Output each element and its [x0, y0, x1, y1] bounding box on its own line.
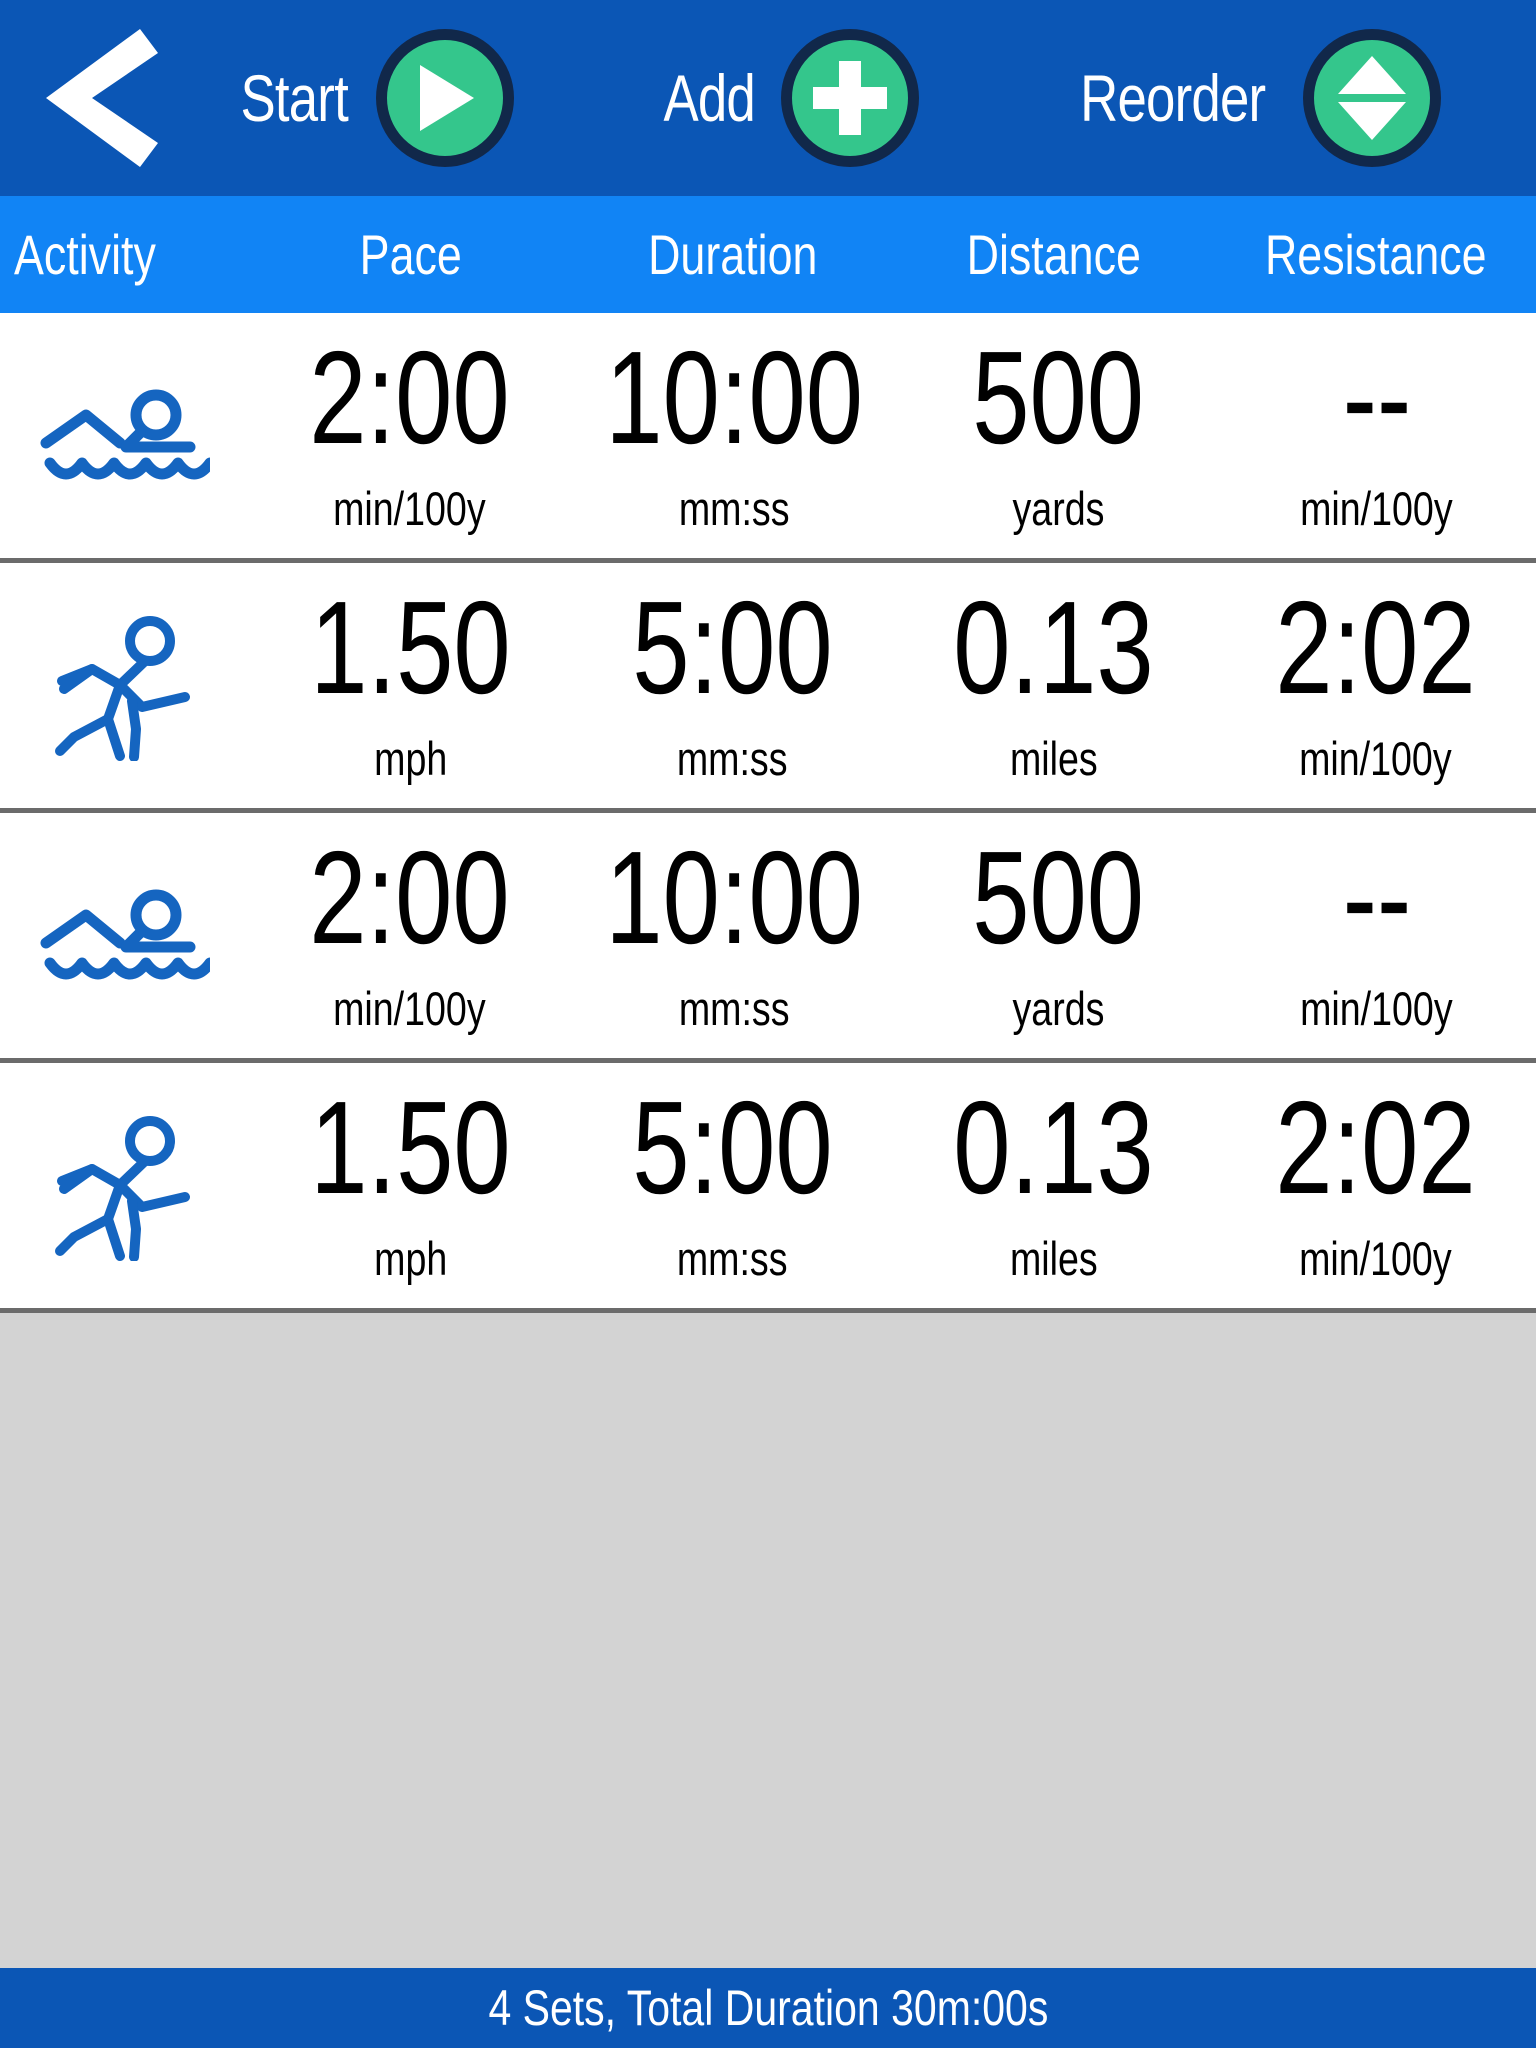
pace-cell[interactable]: 1.50 mph [250, 1063, 572, 1308]
up-down-arrows-icon [1332, 54, 1412, 142]
column-header-distance-label: Distance [966, 222, 1141, 286]
duration-unit: mm:ss [676, 1231, 788, 1285]
resistance-value: 2:02 [1275, 574, 1476, 722]
reorder-button-circle[interactable] [1302, 29, 1441, 167]
distance-unit: yards [1012, 981, 1105, 1035]
table-row[interactable]: 1.50 mph 5:00 mm:ss 0.13 miles 2:02 min/… [0, 1063, 1536, 1313]
add-button-circle[interactable] [780, 29, 919, 167]
summary-text: 4 Sets, Total Duration 30m:00s [488, 1980, 1048, 2036]
column-header-pace: Pace [250, 222, 572, 286]
pace-unit: mph [374, 731, 448, 785]
distance-unit: miles [1009, 1231, 1098, 1285]
distance-cell[interactable]: 500 yards [899, 313, 1218, 558]
back-button[interactable] [40, 23, 158, 173]
distance-unit: yards [1012, 481, 1105, 535]
resistance-cell[interactable]: -- min/100y [1217, 813, 1536, 1058]
activity-icon-cell[interactable] [0, 563, 250, 808]
resistance-unit: min/100y [1300, 481, 1454, 535]
activity-icon-cell[interactable] [0, 813, 250, 1058]
resistance-value: 2:02 [1275, 1074, 1476, 1222]
duration-cell[interactable]: 5:00 mm:ss [572, 1063, 894, 1308]
distance-value: 500 [972, 824, 1145, 972]
add-button[interactable]: Add [583, 29, 988, 167]
distance-cell[interactable]: 500 yards [899, 813, 1218, 1058]
distance-cell[interactable]: 0.13 miles [893, 563, 1215, 808]
runner-icon [50, 611, 200, 761]
column-header-resistance: Resistance [1215, 222, 1536, 286]
distance-value: 0.13 [953, 574, 1154, 722]
runner-icon [50, 1111, 200, 1261]
workout-sets-screen: Start Add Reorder Activity Pace Duration… [0, 0, 1536, 2048]
summary-footer: 4 Sets, Total Duration 30m:00s [0, 1968, 1536, 2048]
start-button-label: Start [240, 61, 349, 135]
duration-unit: mm:ss [678, 481, 790, 535]
activity-icon-cell[interactable] [0, 313, 250, 558]
table-row[interactable]: 2:00 min/100y 10:00 mm:ss 500 yards -- m… [0, 313, 1536, 563]
reorder-button[interactable]: Reorder [988, 29, 1510, 167]
empty-list-area [0, 1313, 1536, 1968]
pace-value: 2:00 [309, 824, 510, 972]
reorder-button-label: Reorder [1080, 61, 1266, 135]
resistance-unit: min/100y [1298, 731, 1452, 785]
resistance-cell[interactable]: 2:02 min/100y [1215, 1063, 1536, 1308]
column-header-duration: Duration [572, 222, 894, 286]
duration-cell[interactable]: 10:00 mm:ss [569, 313, 899, 558]
pace-cell[interactable]: 1.50 mph [250, 563, 572, 808]
duration-value: 5:00 [632, 1074, 833, 1222]
add-button-label: Add [663, 61, 756, 135]
distance-value: 0.13 [953, 1074, 1154, 1222]
duration-unit: mm:ss [678, 981, 790, 1035]
plus-icon [811, 59, 889, 137]
distance-cell[interactable]: 0.13 miles [893, 1063, 1215, 1308]
swimmer-icon [40, 381, 210, 491]
pace-value: 2:00 [309, 324, 510, 472]
column-header-resistance-label: Resistance [1264, 222, 1487, 286]
pace-unit: mph [374, 1231, 448, 1285]
resistance-cell[interactable]: -- min/100y [1217, 313, 1536, 558]
resistance-unit: min/100y [1300, 981, 1454, 1035]
column-header-duration-label: Duration [647, 222, 817, 286]
duration-value: 10:00 [604, 824, 863, 972]
column-header-activity: Activity [0, 222, 250, 286]
duration-value: 5:00 [632, 574, 833, 722]
duration-cell[interactable]: 5:00 mm:ss [572, 563, 894, 808]
distance-unit: miles [1009, 731, 1098, 785]
swimmer-icon [40, 881, 210, 991]
pace-unit: min/100y [332, 481, 486, 535]
column-header-distance: Distance [893, 222, 1215, 286]
resistance-unit: min/100y [1298, 1231, 1452, 1285]
column-header-activity-label: Activity [14, 222, 156, 286]
table-row[interactable]: 2:00 min/100y 10:00 mm:ss 500 yards -- m… [0, 813, 1536, 1063]
distance-value: 500 [972, 324, 1145, 472]
chevron-left-icon [40, 23, 158, 173]
sets-table: 2:00 min/100y 10:00 mm:ss 500 yards -- m… [0, 313, 1536, 1313]
start-button-circle[interactable] [375, 29, 514, 167]
table-column-headers: Activity Pace Duration Distance Resistan… [0, 196, 1536, 313]
play-icon [410, 61, 480, 135]
pace-value: 1.50 [310, 574, 511, 722]
resistance-value: -- [1342, 324, 1412, 472]
table-row[interactable]: 1.50 mph 5:00 mm:ss 0.13 miles 2:02 min/… [0, 563, 1536, 813]
pace-cell[interactable]: 2:00 min/100y [250, 313, 569, 558]
pace-value: 1.50 [310, 1074, 511, 1222]
top-toolbar: Start Add Reorder [0, 0, 1536, 196]
duration-cell[interactable]: 10:00 mm:ss [569, 813, 899, 1058]
activity-icon-cell[interactable] [0, 1063, 250, 1308]
resistance-value: -- [1342, 824, 1412, 972]
column-header-pace-label: Pace [359, 222, 462, 286]
duration-value: 10:00 [604, 324, 863, 472]
resistance-cell[interactable]: 2:02 min/100y [1215, 563, 1536, 808]
pace-unit: min/100y [332, 981, 486, 1035]
pace-cell[interactable]: 2:00 min/100y [250, 813, 569, 1058]
start-button[interactable]: Start [158, 29, 583, 167]
duration-unit: mm:ss [676, 731, 788, 785]
